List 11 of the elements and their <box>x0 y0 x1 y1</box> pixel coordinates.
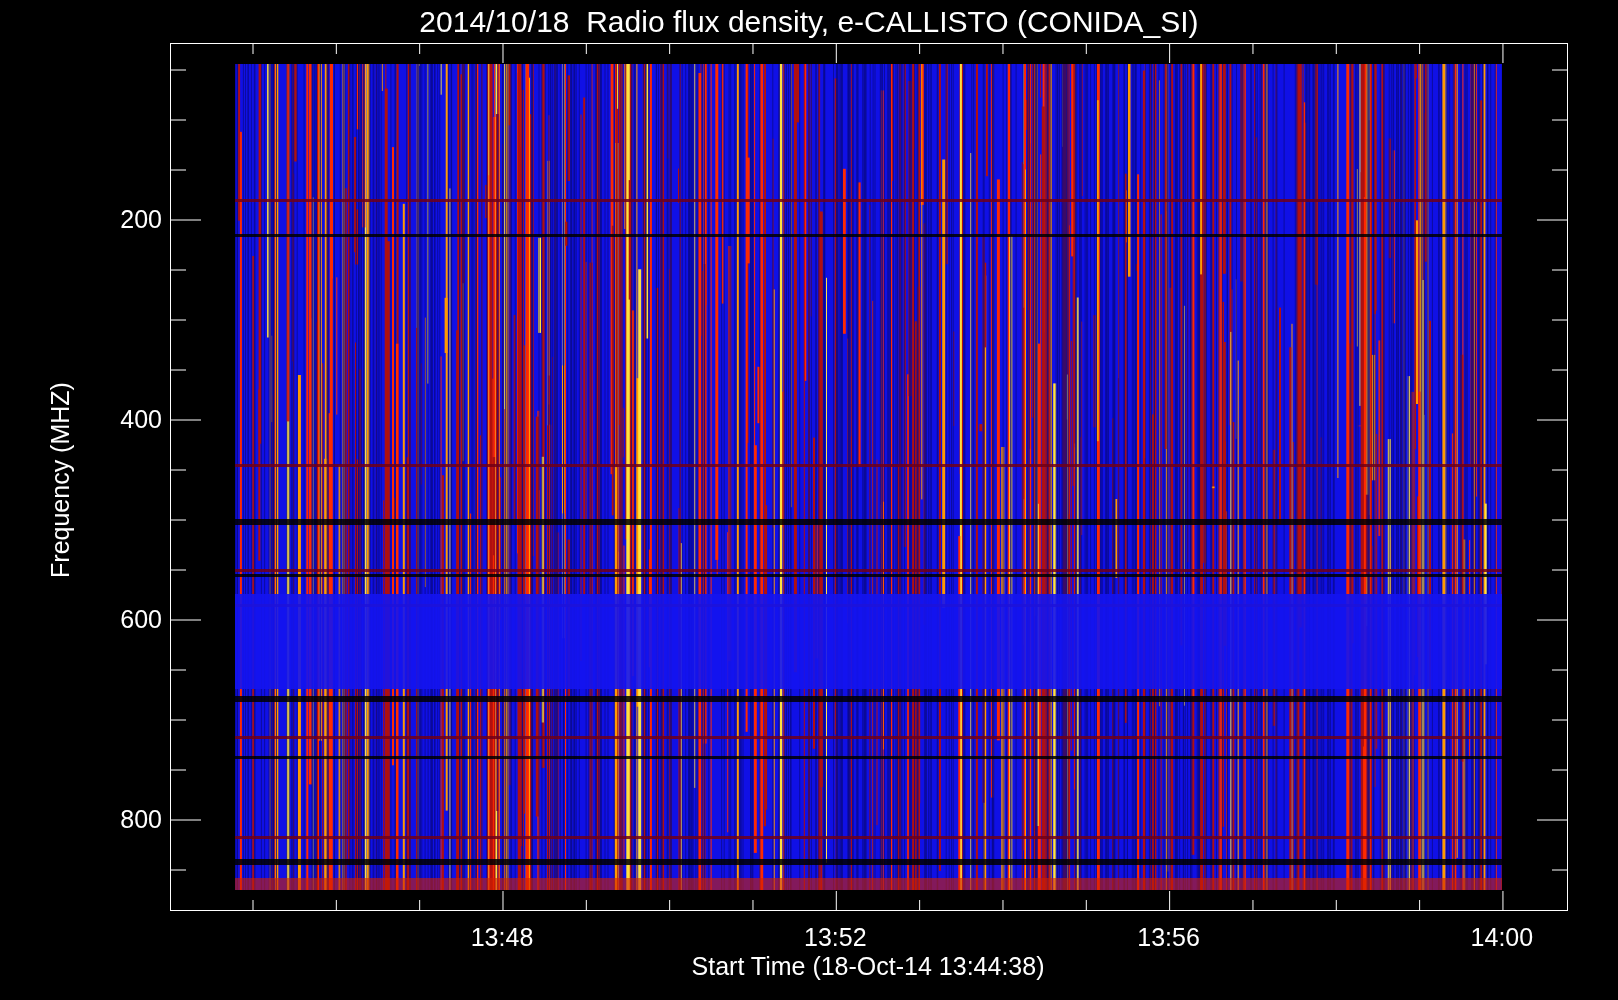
x-axis-label: Start Time (18-Oct-14 13:44:38) <box>691 951 1045 981</box>
chart-title: 2014/10/18 Radio flux density, e-CALLISTO (CONIDA_SI) <box>419 4 1199 40</box>
x-tick-label: 13:56 <box>1137 922 1200 952</box>
y-tick-label: 800 <box>120 804 162 834</box>
y-tick-label: 400 <box>120 404 162 434</box>
x-tick-label: 13:52 <box>804 922 867 952</box>
x-tick-label: 14:00 <box>1470 922 1534 952</box>
x-tick-label: 13:48 <box>470 922 534 952</box>
y-tick-label: 600 <box>120 604 162 634</box>
y-axis-label: Frequency (MHZ) <box>45 382 75 578</box>
y-tick-label: 200 <box>120 204 162 234</box>
